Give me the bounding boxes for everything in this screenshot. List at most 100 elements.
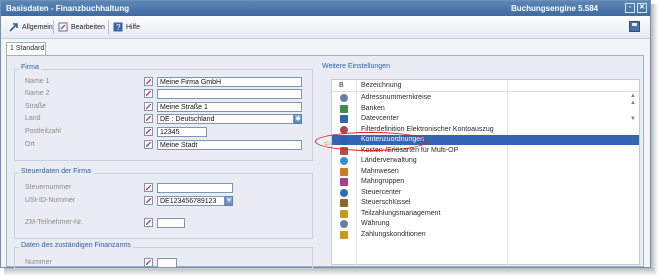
list-item[interactable]: Mahngruppen [332, 177, 639, 187]
name1-checkbox[interactable] [144, 77, 153, 86]
zm-label: ZM-Teilnehmer-Nr. [25, 219, 83, 226]
name1-field[interactable]: Meine Firma GmbH [157, 77, 302, 87]
bearbeiten-label: Bearbeiten [71, 23, 105, 31]
name2-field[interactable] [157, 89, 302, 99]
toolbar-divider [53, 20, 54, 34]
svg-text:?: ? [116, 23, 121, 32]
ort-field[interactable]: Meine Stadt [157, 140, 302, 150]
list-item[interactable]: Steuercenter [332, 188, 639, 198]
list-item[interactable]: Teilzahlungsmanagement [332, 209, 639, 219]
selection-arrow-icon: ⇦ [324, 139, 331, 148]
allgemein-icon [9, 23, 18, 32]
toolbar: Allgemein Bearbeiten ? Hilfe [1, 16, 650, 39]
steuernummer-field[interactable] [157, 183, 233, 193]
ustid-label: USt-ID-Nummer [25, 197, 76, 204]
zm-checkbox[interactable] [144, 218, 153, 227]
col-b-header[interactable]: B [339, 82, 344, 89]
installment-icon [340, 209, 348, 218]
plz-field[interactable]: 12345 [157, 127, 207, 137]
address-book-icon [340, 94, 348, 102]
nummer-checkbox[interactable] [144, 258, 153, 267]
strasse-label: Straße [25, 103, 47, 110]
strasse-field[interactable]: Meine Straße 1 [157, 102, 302, 112]
hilfe-label: Hilfe [126, 23, 141, 31]
window-shadow-right [651, 4, 658, 274]
help-icon: ? [113, 22, 123, 32]
save-icon[interactable] [629, 21, 640, 32]
land-select[interactable]: DE : Deutschland [157, 114, 294, 124]
restore-icon[interactable]: ▫ [625, 3, 635, 13]
steuer-group: Steuerdaten der Firma Steuernummer USt-I… [14, 168, 313, 239]
list-item[interactable]: Mahnwesen [332, 167, 639, 177]
toolbar-divider [108, 20, 109, 34]
list-item-label: Datevcenter [361, 115, 399, 122]
ustid-checkbox[interactable] [144, 196, 153, 205]
ort-checkbox[interactable] [144, 140, 153, 149]
tax-center-icon [340, 188, 348, 197]
currency-icon [340, 220, 348, 228]
tab-standard[interactable]: 1 Standard [6, 42, 46, 55]
allgemein-label: Allgemein [22, 23, 53, 31]
list-header: B Bezeichnung [332, 80, 639, 92]
firma-group: Firma Name 1 Meine Firma GmbH Name 2 Str… [14, 64, 313, 161]
close-icon[interactable]: ✕ [637, 3, 647, 13]
list-item[interactable]: Steuerschlüssel [332, 198, 639, 208]
engine-version: Buchungsengine 5.584 [511, 4, 599, 13]
window-shadow-bottom [4, 268, 654, 276]
land-dropdown-icon[interactable]: ◆ [294, 114, 302, 124]
plz-label: Postleitzahl [25, 128, 61, 135]
tax-key-icon [340, 199, 348, 207]
window-title: Basisdaten - Finanzbuchhaltung [6, 4, 130, 13]
settings-list: B Bezeichnung ▲ ▲ ▼ Adressnummernkreise B… [331, 79, 640, 266]
name2-label: Name 2 [25, 90, 50, 97]
list-item[interactable]: Zahlungskonditionen [332, 230, 639, 240]
ort-label: Ort [25, 141, 35, 148]
list-item-label: Steuercenter [361, 188, 402, 196]
globe-icon [340, 157, 348, 165]
ustid-select[interactable]: DE123456789123 [157, 196, 225, 206]
col-bezeichnung-header[interactable]: Bezeichnung [361, 82, 401, 89]
nummer-field[interactable] [157, 258, 177, 268]
list-item-label: Mahnwesen [361, 167, 399, 175]
firma-group-title: Firma [19, 64, 41, 71]
steuernummer-checkbox[interactable] [144, 183, 153, 192]
hilfe-menu[interactable]: ? Hilfe [113, 21, 140, 33]
highlight-ellipse [315, 132, 427, 151]
title-bar: Basisdaten - Finanzbuchhaltung Buchungse… [1, 1, 650, 16]
name1-label: Name 1 [25, 78, 50, 85]
nummer-label: Nummer [25, 259, 52, 266]
list-item[interactable]: Adressnummernkreise [332, 93, 639, 103]
steuernummer-label: Steuernummer [25, 184, 72, 191]
bank-icon [340, 104, 348, 113]
list-item-label: Teilzahlungsmanagement [361, 209, 441, 217]
list-item-label: Länderverwaltung [361, 157, 417, 164]
finanzamt-group: Daten des zuständigen Finanzamts Nummer [14, 242, 313, 269]
list-item[interactable]: Länderverwaltung [332, 156, 639, 166]
list-item[interactable]: Währung [332, 219, 639, 229]
steuer-group-title: Steuerdaten der Firma [19, 168, 94, 175]
ustid-dropdown-icon[interactable]: ▾ [225, 196, 233, 206]
finanzamt-group-title: Daten des zuständigen Finanzamts [19, 242, 133, 249]
land-label: Land [25, 115, 41, 122]
weitere-group-title: Weitere Einstellungen [320, 63, 392, 70]
edit-icon [58, 22, 68, 32]
plz-checkbox[interactable] [144, 127, 153, 136]
payment-terms-icon [340, 230, 348, 239]
app-window: Basisdaten - Finanzbuchhaltung Buchungse… [0, 0, 651, 269]
name2-checkbox[interactable] [144, 89, 153, 98]
bearbeiten-menu[interactable]: Bearbeiten [58, 21, 105, 33]
list-item-label: Zahlungskonditionen [361, 230, 426, 238]
land-checkbox[interactable] [144, 114, 153, 123]
list-item-label: Mahngruppen [361, 178, 405, 185]
list-item-label: Banken [361, 104, 385, 112]
list-item[interactable]: Datevcenter [332, 114, 639, 124]
dunning-groups-icon [340, 178, 348, 186]
strasse-checkbox[interactable] [144, 102, 153, 111]
allgemein-menu[interactable]: Allgemein [9, 21, 53, 33]
zm-field[interactable] [157, 218, 185, 228]
list-item[interactable]: Banken [332, 104, 639, 114]
dunning-icon [340, 167, 348, 176]
list-item-label: Währung [361, 220, 390, 227]
datev-icon [340, 115, 348, 123]
list-item-label: Adressnummernkreise [361, 94, 432, 101]
